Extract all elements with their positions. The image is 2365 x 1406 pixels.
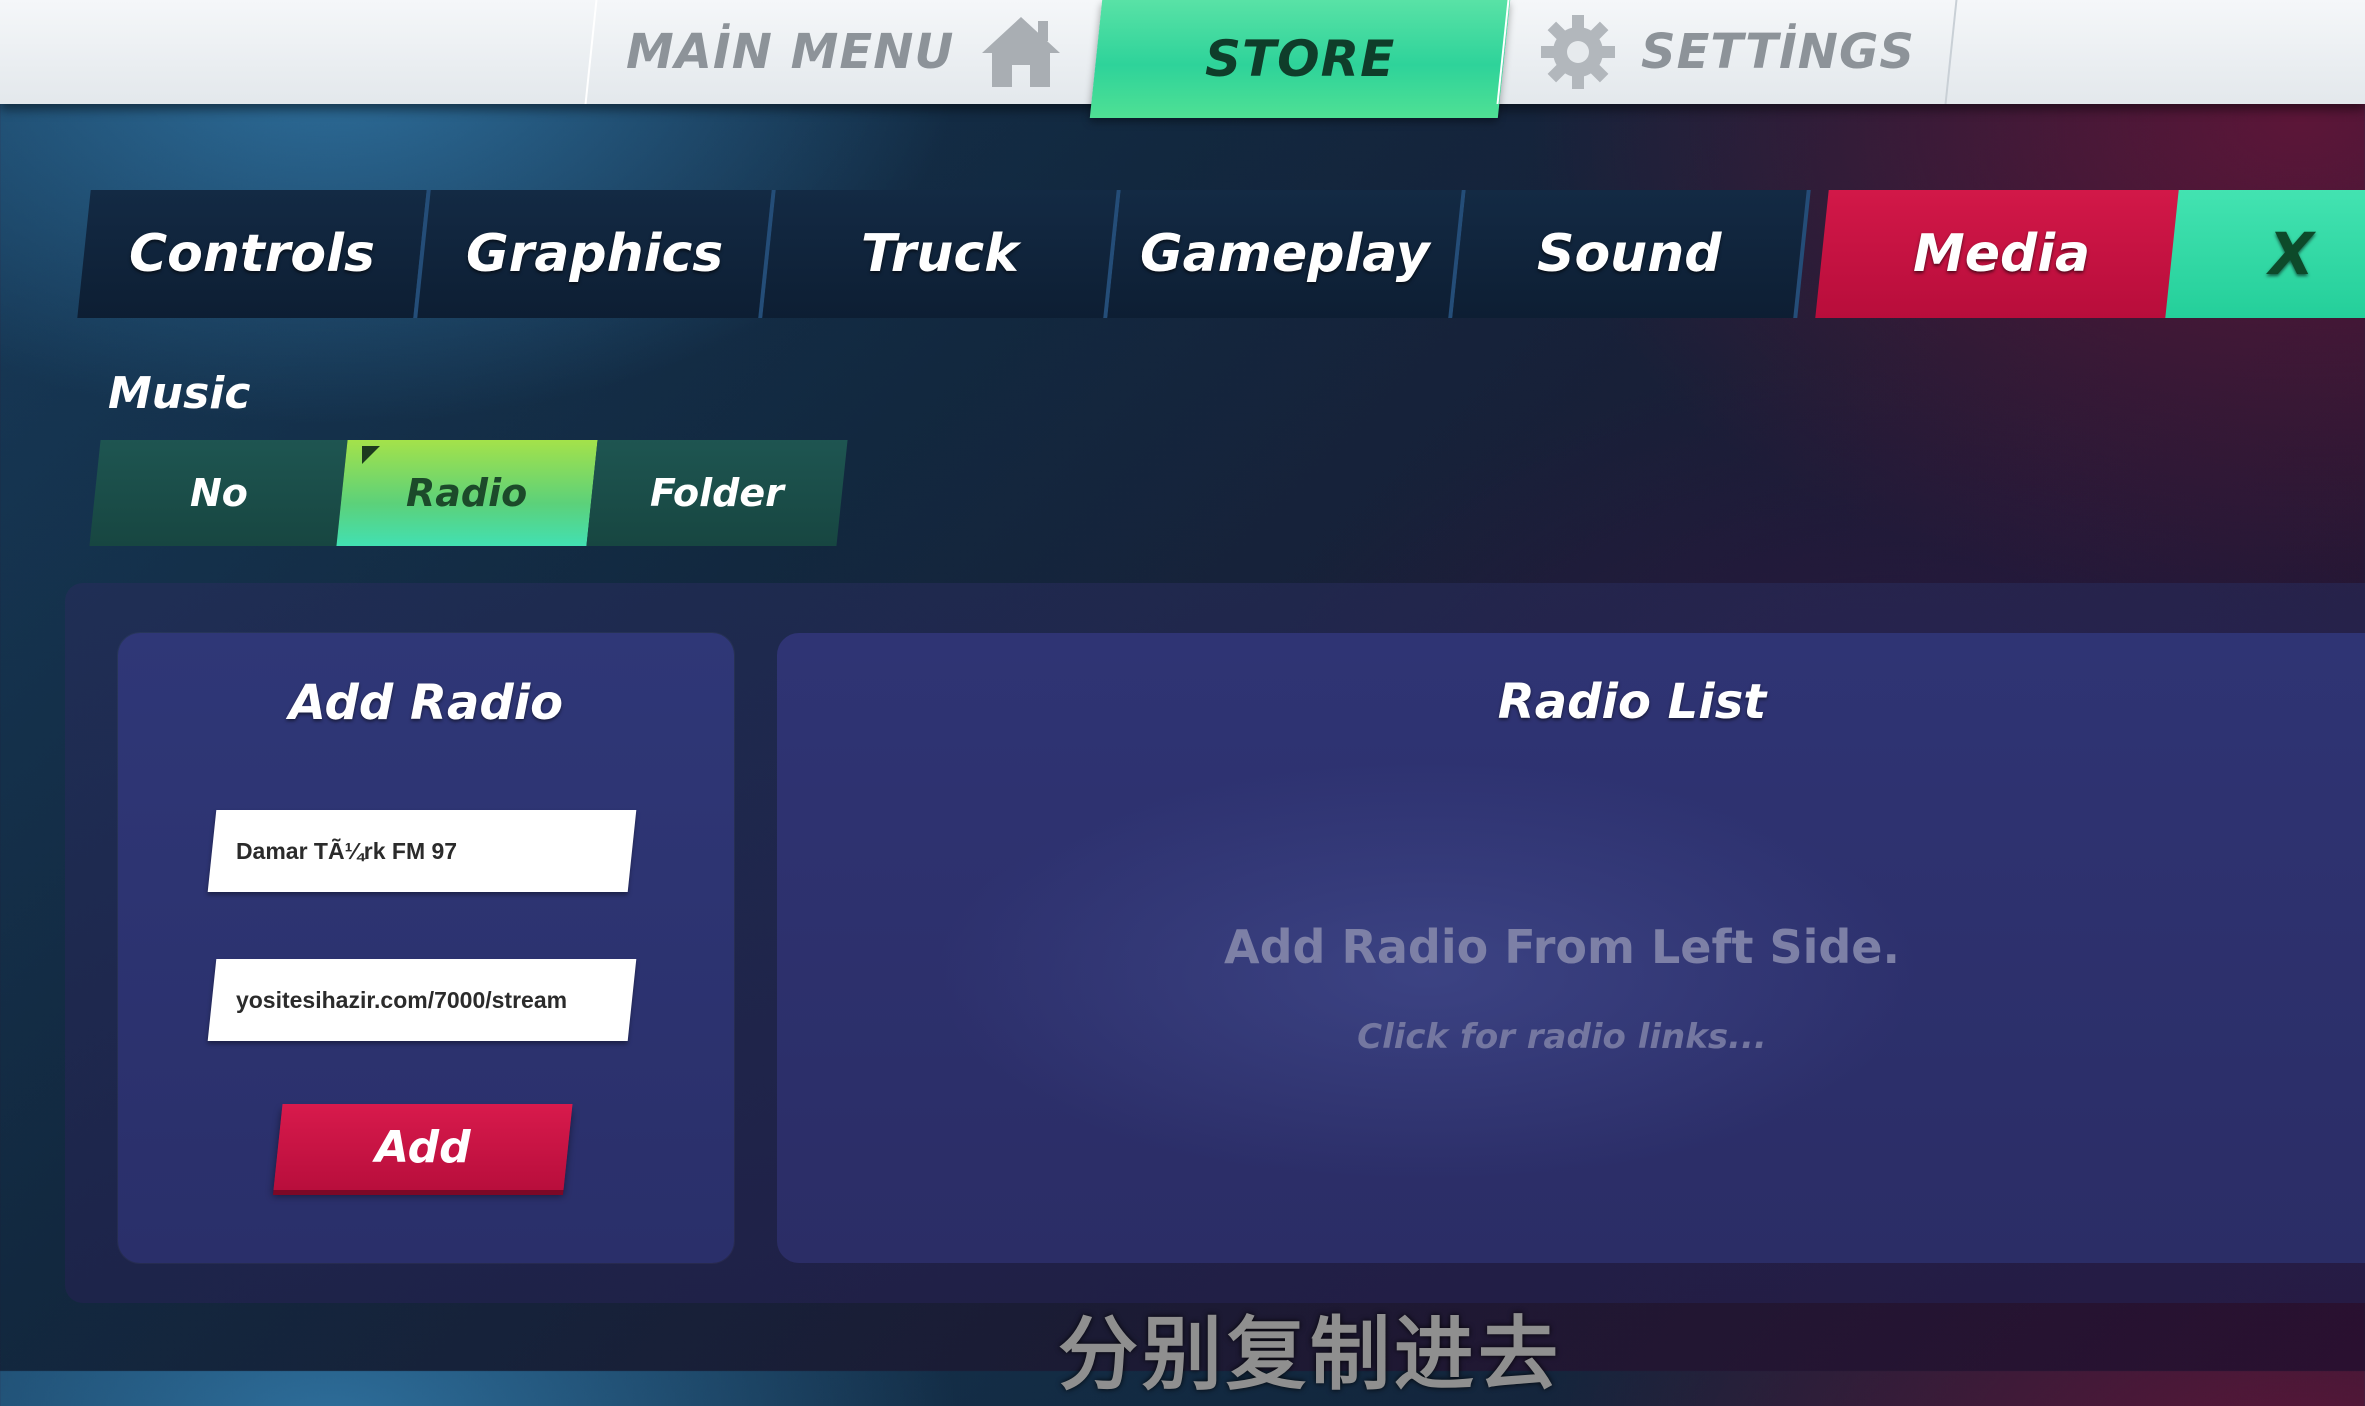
selected-marker xyxy=(362,446,380,464)
store-button[interactable]: STORE xyxy=(1089,0,1511,118)
close-button[interactable]: X xyxy=(2165,190,2365,318)
music-option-no[interactable]: No xyxy=(89,440,351,546)
settings-label: SETTİNGS xyxy=(1641,24,1915,80)
option-label: No xyxy=(189,471,248,515)
music-option-folder[interactable]: Folder xyxy=(586,440,848,546)
gear-icon xyxy=(1541,15,1616,89)
add-radio-title: Add Radio xyxy=(288,675,564,731)
add-button-label: Add xyxy=(375,1121,471,1173)
settings-button[interactable]: SETTİNGS xyxy=(1496,0,1958,104)
radio-list-empty-message: Add Radio From Left Side. xyxy=(1224,920,1900,974)
option-label: Folder xyxy=(650,471,784,515)
radio-list-title: Radio List xyxy=(1497,674,1767,730)
home-icon xyxy=(982,17,1061,87)
music-label: Music xyxy=(108,368,251,419)
main-menu-button[interactable]: MAİN MENU xyxy=(584,0,1106,104)
tab-truck[interactable]: Truck xyxy=(762,190,1121,318)
radio-links-link[interactable]: Click for radio links... xyxy=(777,1017,2347,1057)
option-label: Radio xyxy=(406,471,528,515)
store-label: STORE xyxy=(1204,30,1396,88)
tab-label: Sound xyxy=(1537,224,1722,284)
tab-label: Graphics xyxy=(465,224,724,284)
radio-name-input[interactable]: Damar TÃ¼rk FM 97 xyxy=(207,810,637,892)
add-button[interactable]: Add xyxy=(273,1104,573,1190)
tab-controls[interactable]: Controls xyxy=(77,190,431,318)
main-menu-label: MAİN MENU xyxy=(625,24,955,80)
radio-url-value: yositesihazir.com/7000/stream xyxy=(236,986,568,1013)
music-source-selector: No Radio Folder xyxy=(89,440,848,546)
tab-label: Gameplay xyxy=(1139,224,1430,284)
tab-label: Controls xyxy=(129,224,375,284)
tab-label: Media xyxy=(1913,224,2091,284)
radio-url-input[interactable]: yositesihazir.com/7000/stream xyxy=(207,959,637,1041)
settings-tabs: Controls Graphics Truck Gameplay Sound M… xyxy=(70,190,2365,318)
tab-graphics[interactable]: Graphics xyxy=(417,190,776,318)
tab-label: Truck xyxy=(860,224,1019,284)
tab-media[interactable]: Media xyxy=(1815,190,2189,318)
tab-sound[interactable]: Sound xyxy=(1452,190,1811,318)
close-label: X xyxy=(2268,220,2314,288)
radio-name-value: Damar TÃ¼rk FM 97 xyxy=(236,837,458,864)
video-subtitle: 分别复制进去 xyxy=(1058,1308,1562,1401)
tab-gameplay[interactable]: Gameplay xyxy=(1107,190,1466,318)
